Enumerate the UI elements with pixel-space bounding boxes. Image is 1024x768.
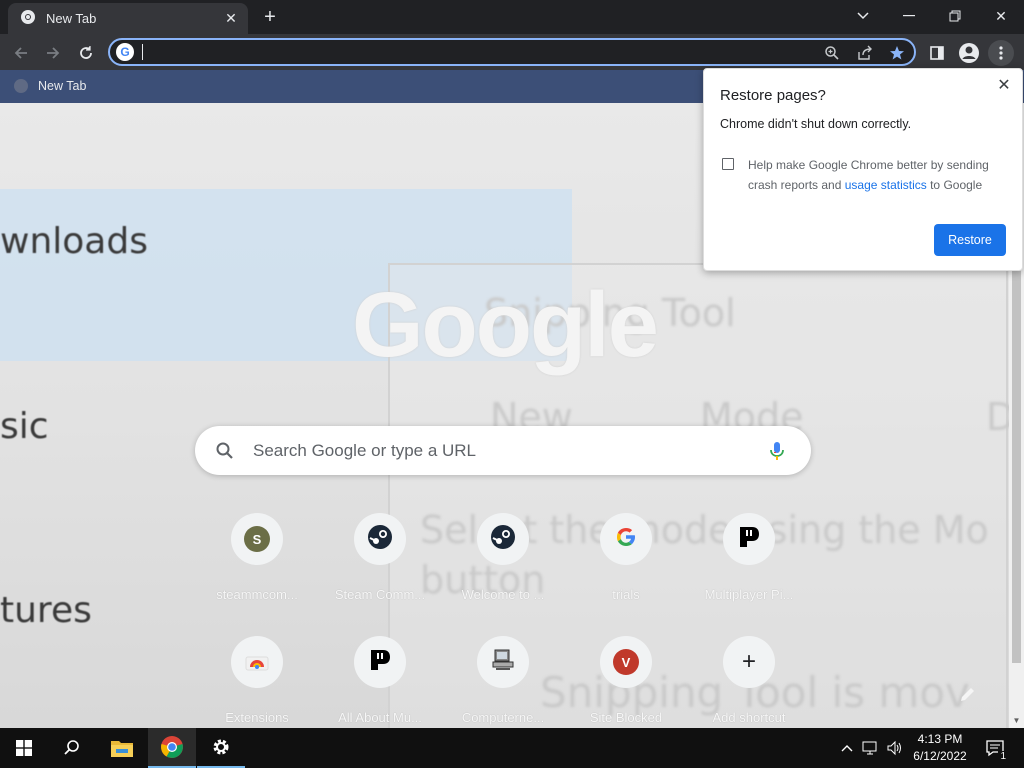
computer-icon [490,647,516,678]
crash-report-checkbox[interactable] [722,158,734,170]
shortcut-icon-circle [723,513,775,565]
background-text: wnloads [0,221,148,262]
reload-icon[interactable] [73,40,99,66]
restore-window-button[interactable] [941,4,969,28]
shortcut-label: Computerne... [461,710,545,725]
steam-icon [490,524,516,555]
chrome-favicon-icon [20,9,36,28]
shortcut-label: All About Mu... [338,710,422,725]
shortcut-tile[interactable]: Steam Comm... [324,500,436,612]
settings-gear-icon[interactable] [197,728,245,768]
search-icon [215,441,235,461]
restore-pages-dialog: Restore pages? ✕ Chrome didn't shut down… [703,68,1023,271]
add-icon: + [741,648,756,675]
tab-new-tab[interactable]: New Tab ✕ [8,3,248,34]
search-icon[interactable] [48,728,96,768]
menu-kebab-icon[interactable] [988,40,1014,66]
network-icon[interactable] [860,728,882,768]
restore-button[interactable]: Restore [934,224,1006,256]
shortcut-label: Add shortcut [712,710,786,725]
bookmark-star-icon[interactable] [887,43,907,63]
close-window-button[interactable]: ✕ [987,4,1015,28]
letter-s-favicon-icon: S [244,526,270,552]
taskbar: 4:13 PM 6/12/2022 1 [0,728,1024,768]
shortcut-icon-circle [600,513,652,565]
shortcut-label: Multiplayer Pi... [704,587,794,602]
shortcut-tile[interactable]: Multiplayer Pi... [693,500,805,612]
volume-icon[interactable] [884,728,906,768]
search-box[interactable]: Search Google or type a URL [195,426,811,475]
clock-time: 4:13 PM [917,732,963,746]
chrome-taskbar-icon[interactable] [148,728,196,768]
google-logo: Google [352,274,659,376]
letter-v-favicon-icon: V [613,649,639,675]
chrome-web-store-icon [244,647,270,678]
bookmark-item-new-tab[interactable]: New Tab [14,76,86,96]
shortcut-icon-circle [354,636,406,688]
shortcut-tile[interactable]: All About Mu... [324,623,436,728]
shortcut-tile[interactable]: S steammcom... [201,500,313,612]
shortcut-tile[interactable]: Computerne... [447,623,559,728]
checkbox-label: Help make Google Chrome better by sendin… [748,155,1008,195]
shortcut-label: Steam Comm... [334,587,426,602]
shortcut-label: Site Blocked [589,710,663,725]
shortcut-label: trials [612,587,640,602]
add-shortcut-button[interactable]: + Add shortcut [693,623,805,728]
steam-icon [367,524,393,555]
clock-date: 6/12/2022 [913,749,967,763]
shortcut-icon-circle: S [231,513,283,565]
microphone-icon[interactable] [765,439,789,463]
shortcut-tile[interactable]: V Site Blocked [570,623,682,728]
background-text: sic [0,406,49,447]
shortcut-icon-circle: V [600,636,652,688]
tab-strip: New Tab ✕ + ✕ [0,0,1024,34]
close-icon[interactable]: ✕ [994,75,1014,95]
shortcut-label: Extensions [225,710,289,725]
usage-statistics-link[interactable]: usage statistics [845,178,927,192]
shortcut-label: Welcome to ... [461,587,545,602]
shortcut-tile[interactable]: Extensions [201,623,313,728]
address-bar[interactable]: G [108,38,916,66]
share-icon[interactable] [855,43,875,63]
shortcut-icon-circle [231,636,283,688]
side-panel-icon[interactable] [924,40,950,66]
close-tab-icon[interactable]: ✕ [222,10,240,28]
back-arrow-icon[interactable] [8,40,34,66]
checkbox-label-text-end: to Google [926,178,983,192]
scroll-down-arrow-icon[interactable]: ▼ [1009,714,1024,726]
file-explorer-icon[interactable] [98,728,146,768]
zoom-icon[interactable] [822,43,842,63]
background-text: tures [0,590,92,631]
windows-start-icon[interactable] [0,728,48,768]
shortcut-icon-circle [477,636,529,688]
search-placeholder: Search Google or type a URL [253,440,477,460]
bookmark-label: New Tab [38,79,87,93]
tab-search-chevron-icon[interactable] [849,4,877,28]
shortcut-icon-circle: + [723,636,775,688]
piano-p-icon [736,524,762,555]
notification-center-icon[interactable]: 1 [980,728,1010,768]
toolbar: G [0,34,1024,70]
google-g-icon: G [116,43,134,61]
shortcut-icon-circle [354,513,406,565]
dialog-title: Restore pages? [720,87,826,104]
notification-count-badge: 1 [998,751,1008,762]
system-clock[interactable]: 4:13 PM 6/12/2022 [908,731,972,765]
new-tab-button[interactable]: + [258,5,282,29]
profile-avatar-icon[interactable] [956,40,982,66]
text-caret [142,44,143,60]
forward-arrow-icon[interactable] [40,40,66,66]
chevron-up-icon[interactable] [838,728,856,768]
shortcut-label: steammcom... [216,587,298,602]
minimize-button[interactable] [895,4,923,28]
shortcut-icon-circle [477,513,529,565]
shortcut-tile[interactable]: trials [570,500,682,612]
shortcut-tile[interactable]: Welcome to ... [447,500,559,612]
globe-icon [14,79,28,93]
piano-p-icon [367,647,393,678]
google-g-icon [615,526,637,553]
dialog-message: Chrome didn't shut down correctly. [720,117,912,131]
customize-pencil-icon[interactable] [958,684,980,706]
tab-title: New Tab [46,11,97,26]
